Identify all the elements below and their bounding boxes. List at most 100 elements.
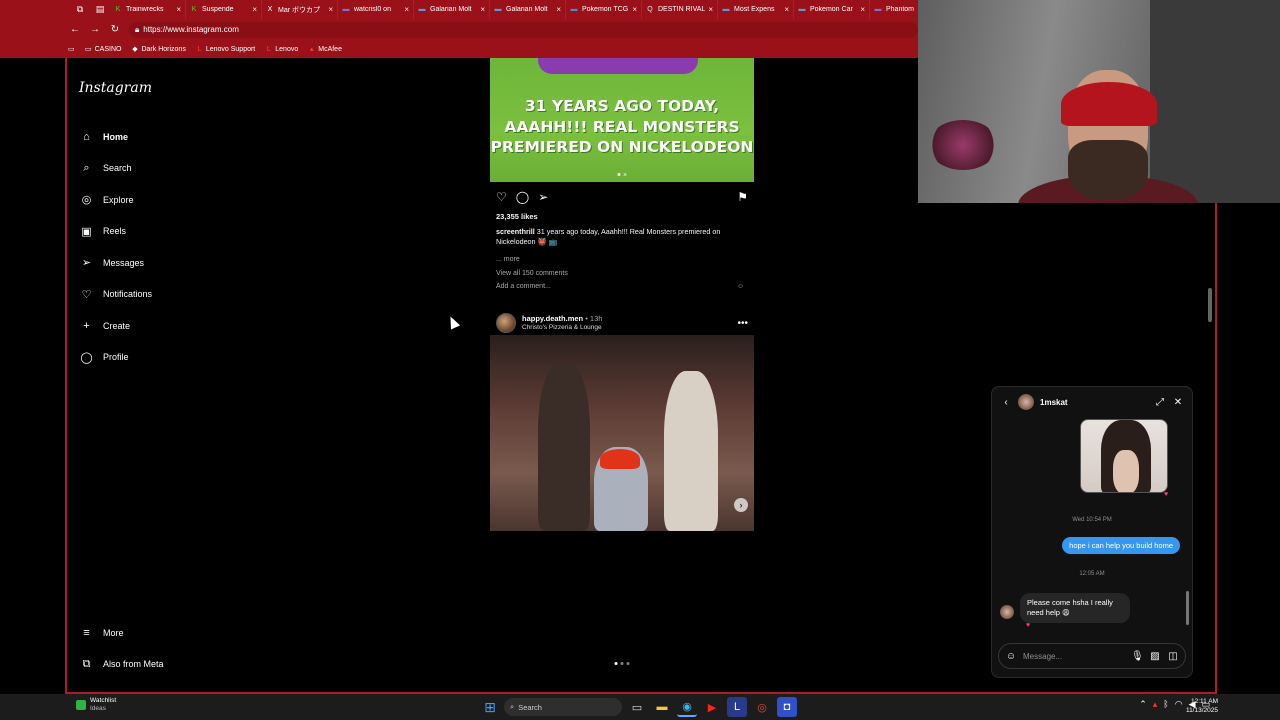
sidebar-item-label: More [103,627,124,638]
message-input[interactable]: ☺ Message... 🎙︎ ▨ ◫ [998,643,1186,669]
webcam-overlay [918,0,1280,203]
forward-button[interactable]: → [85,20,105,40]
mcafee-icon[interactable]: ▴ [1153,699,1158,710]
browser-tab[interactable]: ▬ Galarian Molt × [414,0,490,19]
more-link[interactable]: ... more [490,256,754,266]
dm-scrollbar[interactable] [1186,421,1190,633]
youtube-icon[interactable]: ▶ [702,697,722,717]
close-tab-icon[interactable]: × [252,5,257,14]
sidebar-item-home[interactable]: ⌂ Home [78,121,278,153]
close-tab-icon[interactable]: × [328,5,333,14]
save-icon[interactable]: ⚑ [737,190,748,204]
dm-username[interactable]: 1mskat [1040,398,1148,407]
task-view-icon[interactable]: ▭ [627,697,647,717]
bookmark-dark-horizons[interactable]: ◆ Dark Horizons [131,46,186,54]
url-text: https://www.instagram.com [143,25,239,34]
workspaces-icon[interactable]: ⧉ [70,2,90,18]
back-icon[interactable]: ‹ [1000,397,1012,408]
browser-tab[interactable]: X Mar ボウカプ × [262,0,338,19]
edge-icon[interactable]: ◉ [677,697,697,717]
post-caption: screenthrill 31 years ago today, Aaahh!!… [490,222,740,247]
close-tab-icon[interactable]: × [480,5,485,14]
reels-icon: ▣ [81,225,92,238]
instagram-logo[interactable]: Instagram [79,80,152,96]
outgoing-message[interactable]: hope i can help you build home [1062,537,1180,554]
browser-tab[interactable]: ▬ Pokemon TCG × [566,0,642,19]
back-button[interactable]: ← [65,20,85,40]
close-tab-icon[interactable]: × [632,5,637,14]
widgets-button[interactable]: Watchlist Ideas [76,697,116,713]
chrome-icon[interactable]: ◎ [752,697,772,717]
likes-count[interactable]: 23,355 likes [490,212,754,222]
search-icon: ⌕ [83,161,90,174]
chevron-up-icon[interactable]: ⌃ [1139,699,1147,710]
view-comments-link[interactable]: View all 150 comments [490,270,754,280]
sidebar-item-also-from-meta[interactable]: ⧉ Also from Meta [78,649,278,681]
bookmark-lenovo-support[interactable]: L Lenovo Support [196,46,255,53]
site-icon: ◆ [132,46,138,53]
clock[interactable]: 12:11 AM 11/13/2025 [1158,697,1218,715]
lenovo-vantage-icon[interactable]: L [727,697,747,717]
browser-tab[interactable]: Q DESTIN RIVAL × [642,0,718,19]
close-tab-icon[interactable]: × [176,5,181,14]
sidebar-item-reels[interactable]: ▣ Reels [78,216,278,248]
background-wall [1150,0,1280,203]
browser-tab[interactable]: ▬ Pokemon Car × [794,0,870,19]
close-tab-icon[interactable]: × [708,5,713,14]
sidebar-item-messages[interactable]: ➢ Messages [78,247,278,279]
add-comment-input[interactable]: Add a comment... ☺ [490,283,754,293]
more-options-icon[interactable]: ••• [737,318,748,329]
close-tab-icon[interactable]: × [860,5,865,14]
sidebar-item-notifications[interactable]: ♡ Notifications [78,279,278,311]
close-tab-icon[interactable]: × [404,5,409,14]
emoji-icon[interactable]: ☺ [1005,651,1017,662]
sidebar-item-more[interactable]: ≡ More [78,617,278,649]
emoji-icon[interactable]: ☺ [737,283,744,293]
url-field[interactable]: 🔒︎ https://www.instagram.com [129,21,918,38]
comment-icon[interactable]: ◯ [516,190,529,204]
sidebar-item-search[interactable]: ⌕ Search [78,153,278,185]
bookmark-mcafee[interactable]: ▴ McAfee [308,46,342,54]
refresh-button[interactable]: ↻ [105,20,125,40]
post-image[interactable]: 31 YEARS AGO TODAY, AAAHH!!! REAL MONSTE… [490,58,754,182]
dm-avatar[interactable] [1018,394,1034,410]
expand-icon[interactable]: ⤢ [1154,397,1166,408]
sticker-icon[interactable]: ◫ [1167,651,1179,662]
avatar[interactable] [496,313,516,333]
sidebar-item-label: Home [103,131,129,142]
bookmark-casino[interactable]: ▭ CASINO [85,46,122,54]
bookmark-lenovo[interactable]: L Lenovo [265,46,298,53]
shared-photo[interactable] [1080,419,1168,493]
sidebar-item-profile[interactable]: ◯ Profile [78,342,278,374]
like-icon[interactable]: ♡ [496,190,507,204]
post-photo[interactable]: › [490,335,754,531]
app-icon[interactable]: ◘ [777,697,797,717]
close-tab-icon[interactable]: × [784,5,789,14]
sender-avatar[interactable] [1000,605,1014,619]
sidebar-item-explore[interactable]: ◎ Explore [78,184,278,216]
microphone-icon[interactable]: 🎙︎ [1131,651,1144,662]
browser-tab[interactable]: ▬ Most Expens × [718,0,794,19]
person-right [664,371,718,531]
incoming-message[interactable]: Please come hsha I really need help 😩 [1020,593,1130,623]
browser-tab[interactable]: K Trainwrecks × [110,0,186,19]
image-icon[interactable]: ▨ [1149,651,1161,662]
file-explorer-icon[interactable]: ▬ [652,697,672,717]
caption-username[interactable]: screenthrill [496,227,535,236]
browser-tab[interactable]: ▬ watcrisl0 on × [338,0,414,19]
post-username[interactable]: happy.death.men [522,314,583,323]
next-slide-button[interactable]: › [734,498,748,512]
scroll-thumb[interactable] [1208,288,1212,322]
monster-artwork [538,58,698,74]
close-tab-icon[interactable]: × [556,5,561,14]
taskbar-search[interactable]: ⌕ Search [504,698,622,716]
close-icon[interactable]: ✕ [1172,397,1184,408]
start-button[interactable]: ⊞ [481,698,499,716]
reading-list-icon[interactable]: ▭ [68,45,75,53]
vertical-tabs-icon[interactable]: ▤ [90,2,110,18]
browser-tab[interactable]: ▬ Galarian Molt × [490,0,566,19]
browser-tab[interactable]: K Suspende × [186,0,262,19]
post-location[interactable]: Christo's Pizzeria & Lounge [522,323,731,332]
sidebar-item-create[interactable]: + Create [78,310,278,342]
share-icon[interactable]: ➢ [538,190,548,204]
